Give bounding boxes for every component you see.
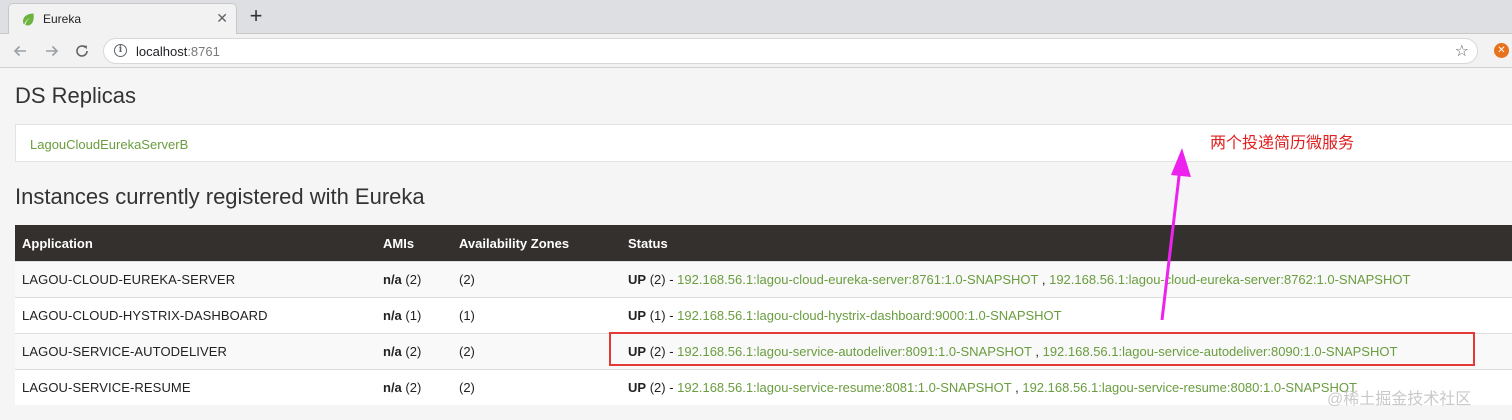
status-label: UP xyxy=(628,380,647,395)
instance-link[interactable]: 192.168.56.1:lagou-cloud-eureka-server:8… xyxy=(677,272,1038,287)
application-name: LAGOU-CLOUD-HYSTRIX-DASHBOARD xyxy=(15,297,376,334)
ami-cell: n/a (2) xyxy=(376,261,452,298)
instance-separator: , xyxy=(1011,380,1023,395)
replicas-heading: DS Replicas xyxy=(15,83,137,108)
star-icon[interactable]: ☆ xyxy=(1455,41,1469,61)
table-header: Application AMIs Availability Zones Stat… xyxy=(15,225,1512,262)
instance-link[interactable]: 192.168.56.1:lagou-cloud-eureka-server:8… xyxy=(1049,272,1410,287)
instance-link[interactable]: 192.168.56.1:lagou-service-resume:8080:1… xyxy=(1022,380,1357,395)
tab-title: Eureka xyxy=(43,12,82,26)
status-label: UP xyxy=(628,308,647,323)
ami-cell: n/a (2) xyxy=(376,333,452,370)
url-host: localhost xyxy=(136,44,188,59)
instances-table: Application AMIs Availability Zones Stat… xyxy=(15,225,1512,405)
table-row: LAGOU-CLOUD-HYSTRIX-DASHBOARD n/a (1) (1… xyxy=(15,297,1512,334)
status-count: (1) - xyxy=(649,308,674,323)
instances-heading: Instances currently registered with Eure… xyxy=(15,184,425,209)
table-row: LAGOU-SERVICE-RESUME n/a (2) (2) UP (2) … xyxy=(15,369,1512,405)
status-count: (2) - xyxy=(649,344,674,359)
ami-count: (2) xyxy=(405,380,422,395)
ami-count: (2) xyxy=(405,344,422,359)
browser-toolbar: i localhost:8761 ☆ ✕ xyxy=(0,34,1512,68)
ami-label: n/a xyxy=(383,380,402,395)
zones-cell: (1) xyxy=(452,297,621,334)
instance-link[interactable]: 192.168.56.1:lagou-service-autodeliver:8… xyxy=(677,344,1032,359)
url-port: :8761 xyxy=(187,44,220,59)
instance-link[interactable]: 192.168.56.1:lagou-service-autodeliver:8… xyxy=(1043,344,1398,359)
instance-link[interactable]: 192.168.56.1:lagou-cloud-hystrix-dashboa… xyxy=(677,308,1061,323)
status-cell: UP (2) - 192.168.56.1:lagou-service-auto… xyxy=(621,333,1512,370)
column-header-status: Status xyxy=(621,225,1512,262)
ami-cell: n/a (2) xyxy=(376,369,452,405)
column-header-application: Application xyxy=(15,225,376,262)
status-cell: UP (2) - 192.168.56.1:lagou-cloud-eureka… xyxy=(621,261,1512,298)
instance-separator: , xyxy=(1031,344,1043,359)
status-count: (2) - xyxy=(649,272,674,287)
table-row: LAGOU-CLOUD-EUREKA-SERVER n/a (2) (2) UP… xyxy=(15,261,1512,298)
instance-separator: , xyxy=(1038,272,1050,287)
info-icon[interactable]: i xyxy=(114,44,127,57)
ami-label: n/a xyxy=(383,344,402,359)
close-icon[interactable]: ✕ xyxy=(216,10,228,27)
status-label: UP xyxy=(628,272,647,287)
status-count: (2) - xyxy=(649,380,674,395)
url-text[interactable]: localhost:8761 xyxy=(136,44,220,59)
replica-link[interactable]: LagouCloudEurekaServerB xyxy=(30,137,188,152)
watermark: @稀土掘金技术社区 xyxy=(1327,391,1472,408)
address-bar[interactable]: i localhost:8761 ☆ xyxy=(103,38,1478,64)
annotation-text: 两个投递简历微服务 xyxy=(1210,135,1355,152)
application-name: LAGOU-SERVICE-AUTODELIVER xyxy=(15,333,376,370)
application-name: LAGOU-SERVICE-RESUME xyxy=(15,369,376,405)
ami-label: n/a xyxy=(383,308,402,323)
column-header-amis: AMIs xyxy=(376,225,452,262)
new-tab-button[interactable]: + xyxy=(244,5,268,29)
column-header-zones: Availability Zones xyxy=(452,225,621,262)
zones-cell: (2) xyxy=(452,261,621,298)
page-content: DS Replicas LagouCloudEurekaServerB 两个投递… xyxy=(0,68,1512,420)
ami-cell: n/a (1) xyxy=(376,297,452,334)
ami-label: n/a xyxy=(383,272,402,287)
application-name: LAGOU-CLOUD-EUREKA-SERVER xyxy=(15,261,376,298)
spring-leaf-icon xyxy=(23,13,34,26)
ami-count: (2) xyxy=(405,272,422,287)
tab-strip: Eureka ✕ + xyxy=(0,0,1512,35)
ami-count: (1) xyxy=(405,308,422,323)
back-arrow-icon[interactable] xyxy=(8,39,32,63)
status-cell: UP (1) - 192.168.56.1:lagou-cloud-hystri… xyxy=(621,297,1512,334)
instance-link[interactable]: 192.168.56.1:lagou-service-resume:8081:1… xyxy=(677,380,1011,395)
zones-cell: (2) xyxy=(452,333,621,370)
forward-arrow-icon[interactable] xyxy=(40,39,64,63)
extension-icon[interactable]: ✕ xyxy=(1494,43,1509,58)
zones-cell: (2) xyxy=(452,369,621,405)
reload-icon[interactable] xyxy=(70,39,94,63)
tab-eureka[interactable]: Eureka ✕ xyxy=(8,3,237,35)
status-label: UP xyxy=(628,344,647,359)
table-row: LAGOU-SERVICE-AUTODELIVER n/a (2) (2) UP… xyxy=(15,333,1512,370)
